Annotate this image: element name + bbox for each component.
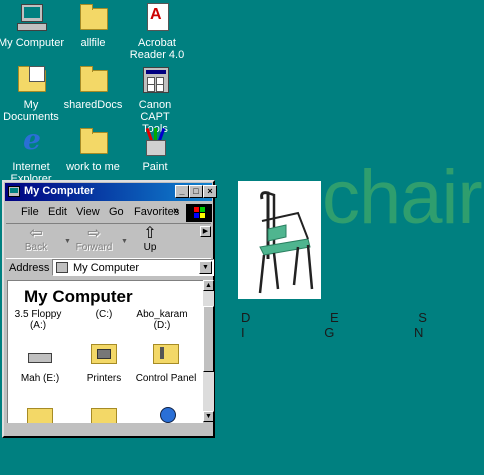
scroll-down-button[interactable]: ▼ — [203, 411, 214, 422]
desktop-icon-my-documents[interactable]: My Documents — [0, 64, 66, 123]
menu-view[interactable]: View — [76, 206, 100, 218]
maximize-button[interactable]: □ — [189, 185, 203, 198]
desktop-icon-internet-explorer[interactable]: e Internet Explorer — [0, 123, 66, 186]
folder-icon — [77, 126, 109, 158]
folder-icon — [77, 2, 109, 34]
my-documents-icon — [15, 64, 47, 96]
desktop-icon-shareddocs[interactable]: sharedDocs — [58, 64, 128, 111]
folder-icon[interactable] — [88, 405, 118, 423]
item-c-drive-label[interactable]: (C:) — [72, 309, 136, 320]
forward-label: Forward — [75, 242, 113, 253]
up-button[interactable]: ⇧ Up — [128, 225, 172, 254]
back-button[interactable]: ⇦ Back — [14, 225, 58, 254]
window-titlebar[interactable]: My Computer _ □ × — [5, 183, 217, 201]
drive-icon[interactable] — [24, 345, 54, 367]
window-title: My Computer — [24, 185, 95, 197]
printers-folder-icon[interactable] — [88, 341, 118, 364]
item-printers-label[interactable]: Printers — [72, 373, 136, 384]
folder-icon — [77, 64, 109, 96]
forward-button[interactable]: ⇨ Forward — [72, 225, 116, 254]
menu-bar: File Edit View Go Favorites » — [6, 204, 182, 222]
item-e-drive-label[interactable]: Mah (E:) — [8, 373, 72, 384]
desktop-icon-label: work to me — [66, 161, 120, 173]
computer-icon — [8, 186, 20, 197]
desktop-icon-label: Paint — [142, 161, 168, 173]
address-label: Address — [9, 262, 50, 274]
desktop-icon-label: sharedDocs — [63, 99, 123, 111]
acrobat-icon: A — [141, 2, 173, 34]
network-globe-icon[interactable] — [154, 405, 184, 423]
menu-overflow-chevron[interactable]: » — [173, 205, 179, 217]
back-dropdown-icon[interactable]: ▼ — [64, 238, 71, 245]
forward-arrow-icon: ⇨ — [87, 225, 101, 242]
windows-logo-icon — [186, 204, 212, 222]
wallpaper-chair-text: chair — [322, 155, 483, 240]
internet-explorer-icon: e — [23, 123, 41, 156]
address-dropdown-button[interactable]: ▼ — [199, 261, 212, 274]
paint-icon — [139, 126, 171, 158]
folder-icon[interactable] — [24, 405, 54, 423]
my-computer-icon — [15, 2, 47, 34]
desktop-icon-canon-capt-tools[interactable]: Canon CAPT Tools — [120, 64, 190, 135]
desktop-icon-label: My Computer — [0, 37, 65, 49]
address-bar: Address My Computer ▼ — [6, 258, 214, 278]
close-button[interactable]: × — [203, 185, 217, 198]
vertical-scrollbar[interactable]: ▲ ▼ — [203, 280, 214, 422]
scroll-up-button[interactable]: ▲ — [203, 280, 214, 291]
chair-image — [238, 181, 321, 299]
desktop-icon-label: allfile — [80, 37, 106, 49]
desktop-icon-label: Acrobat Reader 4.0 — [129, 37, 185, 61]
up-folder-icon: ⇧ — [143, 225, 157, 242]
desktop-icon-work-to-me[interactable]: work to me — [58, 126, 128, 173]
wallpaper-design-text: D E S I G N — [241, 310, 465, 340]
folder-view[interactable]: My Computer 3.5 Floppy (A:) (C:) Abo_kar… — [7, 280, 203, 423]
page-title: My Computer — [24, 287, 133, 306]
back-label: Back — [24, 242, 48, 253]
forward-dropdown-icon[interactable]: ▼ — [121, 238, 128, 245]
address-value: My Computer — [73, 262, 140, 274]
desktop-icon-paint[interactable]: Paint — [120, 126, 190, 173]
control-panel-icon[interactable] — [150, 341, 180, 364]
desktop-icon-acrobat-reader[interactable]: A Acrobat Reader 4.0 — [122, 2, 192, 61]
item-control-panel-label[interactable]: Control Panel — [134, 373, 198, 384]
menu-go[interactable]: Go — [109, 206, 124, 218]
item-floppy-label[interactable]: 3.5 Floppy (A:) — [8, 309, 70, 331]
canon-capt-icon — [139, 64, 171, 96]
desktop-icon-allfile[interactable]: allfile — [58, 2, 128, 49]
up-label: Up — [143, 242, 157, 253]
menu-file[interactable]: File — [21, 206, 39, 218]
standard-toolbar: ⇦ Back ▼ ⇨ Forward ▼ ⇧ Up — [6, 223, 211, 259]
desktop-icon-label: My Documents — [3, 99, 59, 123]
menu-edit[interactable]: Edit — [48, 206, 67, 218]
item-d-drive-label[interactable]: Abo_karam (D:) — [130, 309, 194, 331]
minimize-button[interactable]: _ — [175, 185, 189, 198]
computer-icon — [56, 262, 68, 273]
address-field[interactable]: My Computer ▼ — [52, 259, 214, 276]
desktop-icon-my-computer[interactable]: My Computer — [0, 2, 66, 49]
scroll-thumb[interactable] — [203, 306, 214, 372]
back-arrow-icon: ⇦ — [29, 225, 43, 242]
toolbar-scroll-right[interactable]: ▶ — [200, 226, 211, 237]
my-computer-window[interactable]: My Computer _ □ × File Edit View Go Favo… — [2, 180, 217, 438]
